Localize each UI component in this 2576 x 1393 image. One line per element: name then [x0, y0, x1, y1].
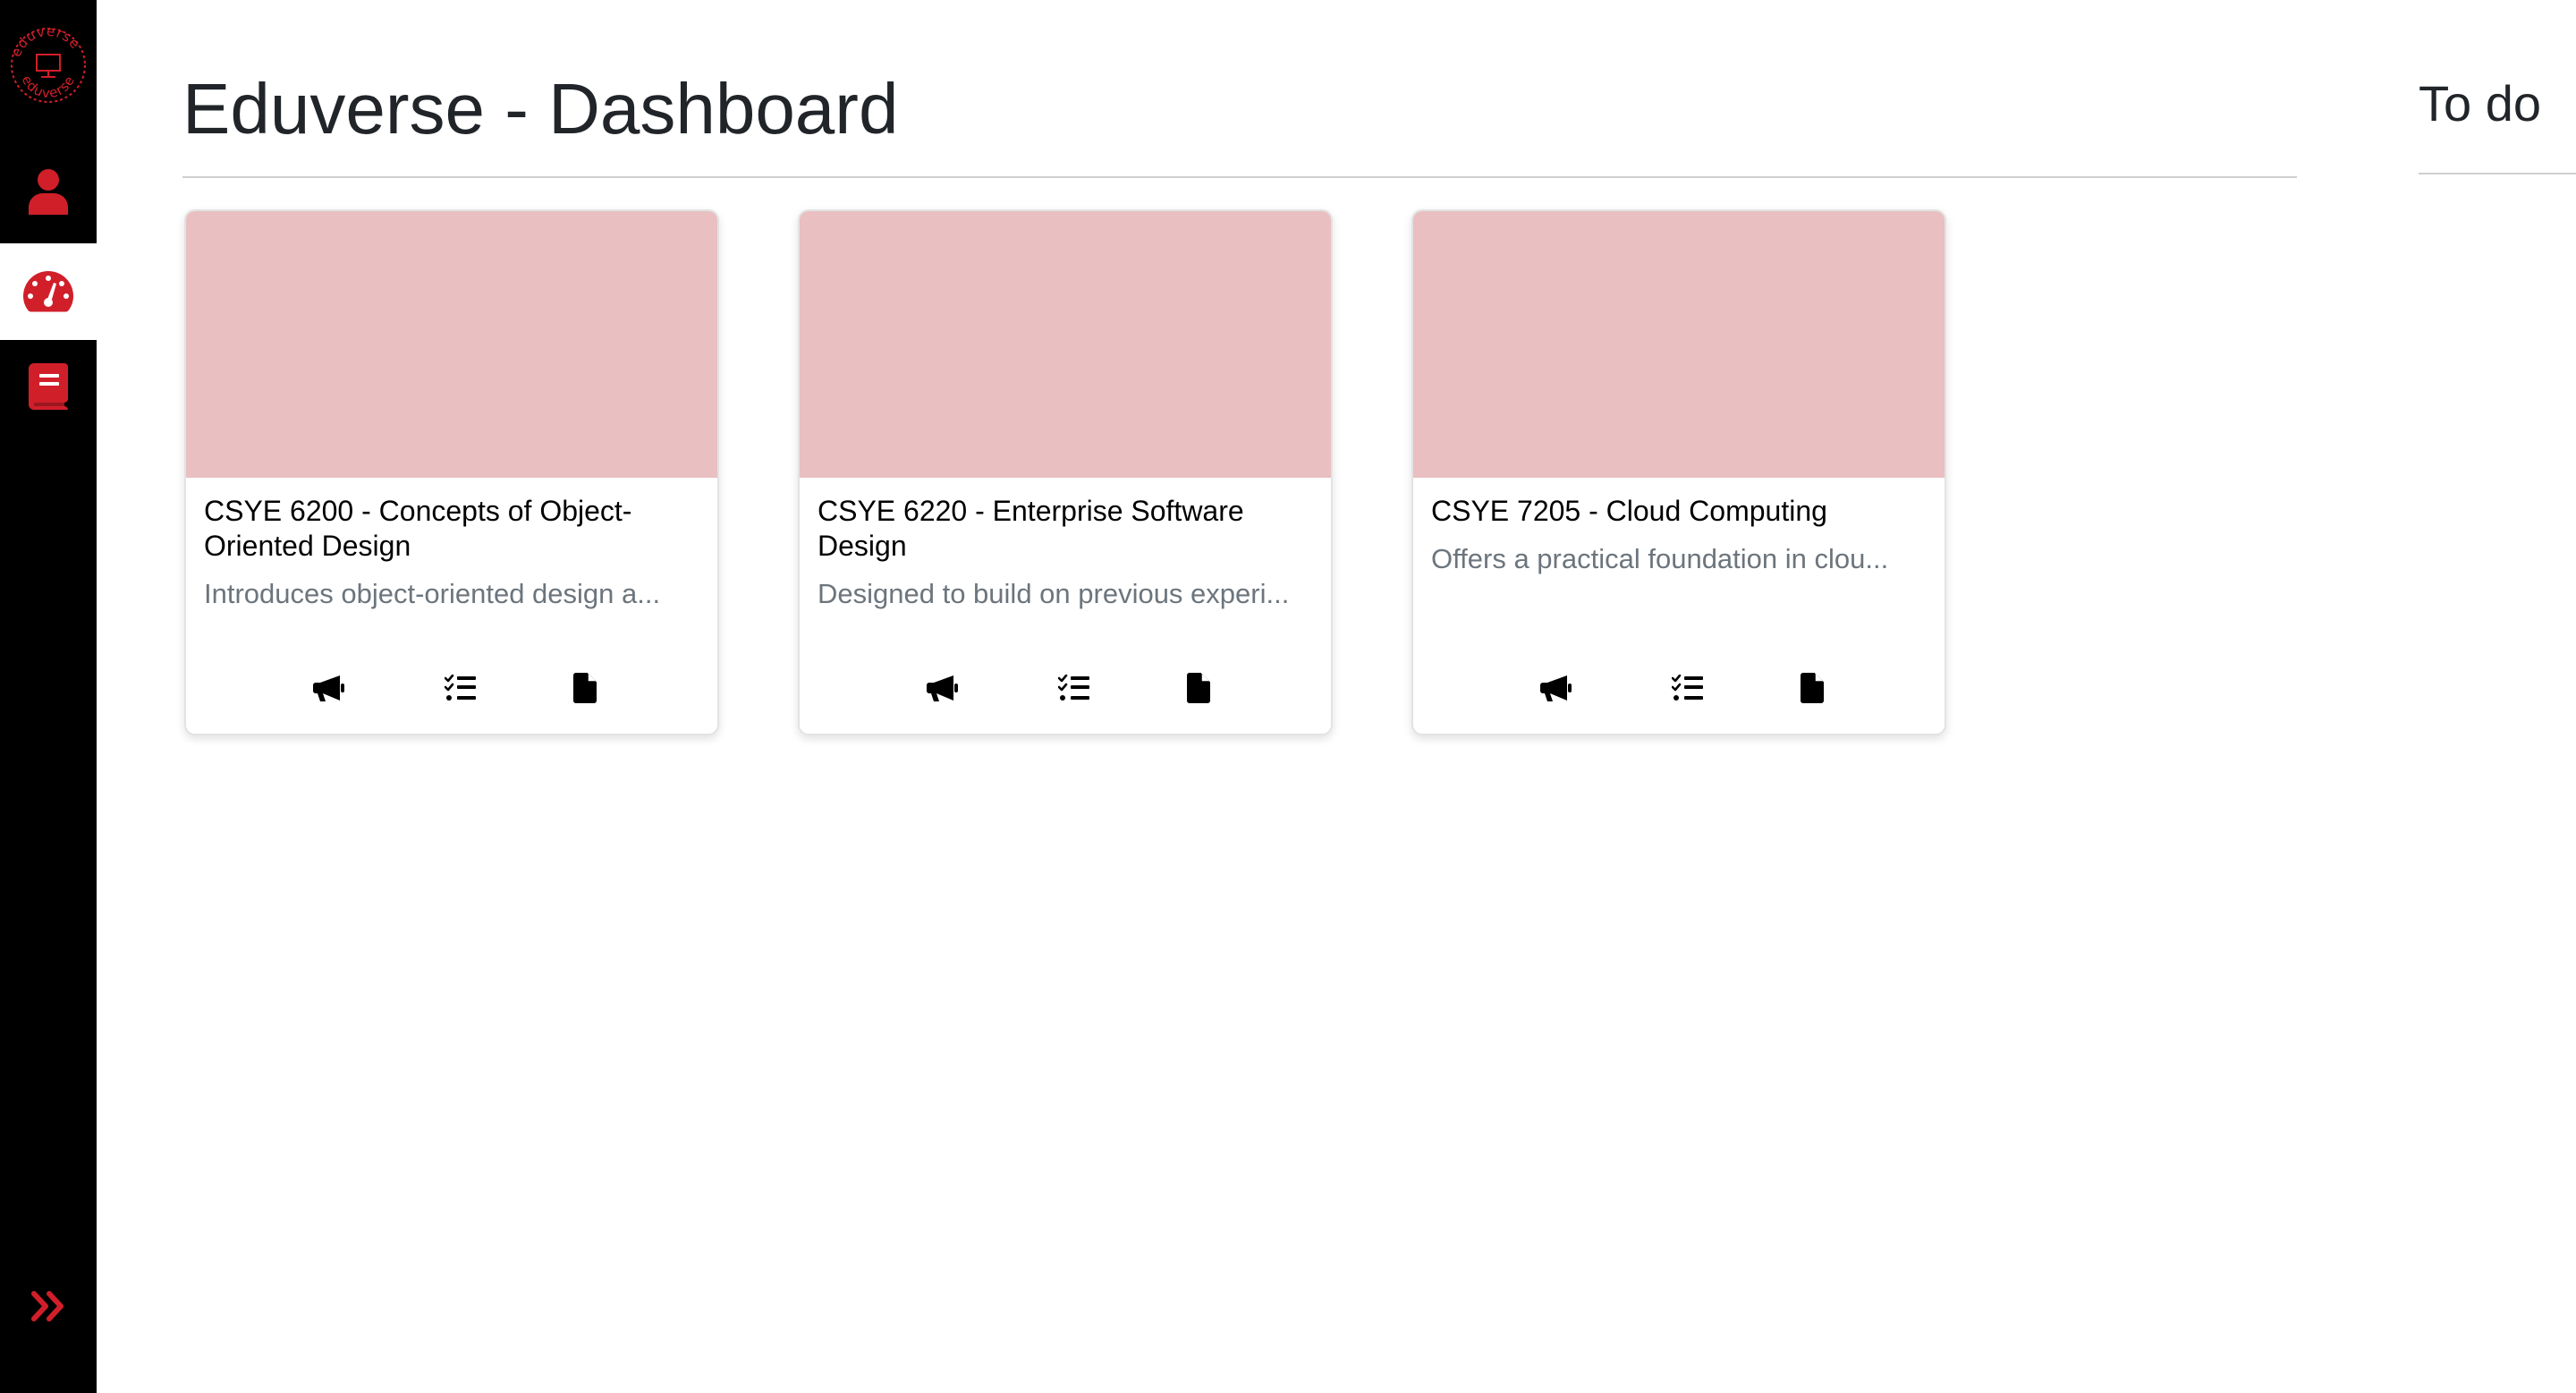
- files-button[interactable]: [563, 666, 607, 710]
- files-button[interactable]: [1790, 666, 1835, 710]
- course-actions: [186, 666, 717, 710]
- logo-seal-icon: eduverse eduverse: [8, 23, 86, 103]
- announcements-button[interactable]: [920, 666, 965, 710]
- checklist-icon: [1058, 675, 1089, 701]
- checklist-icon: [445, 675, 476, 701]
- files-button[interactable]: [1176, 666, 1221, 710]
- assignments-button[interactable]: [438, 666, 483, 710]
- chevrons-right-icon: [31, 1291, 64, 1321]
- course-actions: [1413, 666, 1945, 710]
- sidebar-item-courses[interactable]: [0, 338, 97, 435]
- course-actions: [800, 666, 1331, 710]
- file-icon: [1801, 673, 1824, 703]
- book-icon: [29, 363, 68, 410]
- sidebar-item-dashboard[interactable]: [0, 243, 97, 340]
- expand-sidebar-button[interactable]: [0, 1279, 97, 1333]
- checklist-icon: [1672, 675, 1703, 701]
- eduverse-logo[interactable]: eduverse eduverse: [8, 23, 89, 106]
- sidebar: eduverse eduverse: [0, 0, 97, 1393]
- todo-divider: [2419, 173, 2576, 174]
- todo-title: To do: [2419, 75, 2541, 132]
- assignments-button[interactable]: [1665, 666, 1710, 710]
- course-title[interactable]: CSYE 7205 - Cloud Computing: [1431, 494, 1927, 529]
- course-card-image: [800, 211, 1331, 478]
- course-title[interactable]: CSYE 6200 - Concepts of Object-Oriented …: [204, 494, 699, 564]
- megaphone-icon: [313, 675, 344, 701]
- course-card[interactable]: CSYE 6220 - Enterprise Software Design D…: [798, 209, 1333, 735]
- file-icon: [1187, 673, 1210, 703]
- megaphone-icon: [1540, 675, 1572, 701]
- course-card[interactable]: CSYE 7205 - Cloud Computing Offers a pra…: [1411, 209, 1946, 735]
- sidebar-item-account[interactable]: [0, 143, 97, 240]
- course-title[interactable]: CSYE 6220 - Enterprise Software Design: [818, 494, 1313, 564]
- megaphone-icon: [927, 675, 958, 701]
- course-card-body: CSYE 7205 - Cloud Computing Offers a pra…: [1413, 478, 1945, 734]
- course-description: Designed to build on previous experi...: [818, 578, 1290, 609]
- course-card-body: CSYE 6200 - Concepts of Object-Oriented …: [186, 478, 717, 734]
- course-card[interactable]: CSYE 6200 - Concepts of Object-Oriented …: [184, 209, 719, 735]
- course-description: Introduces object-oriented design a...: [204, 578, 661, 609]
- file-icon: [573, 673, 597, 703]
- course-card-image: [1413, 211, 1945, 478]
- assignments-button[interactable]: [1052, 666, 1097, 710]
- course-card-image: [186, 211, 717, 478]
- course-description: Offers a practical foundation in clou...: [1431, 543, 1889, 574]
- announcements-button[interactable]: [1534, 666, 1579, 710]
- page-title: Eduverse - Dashboard: [182, 69, 899, 149]
- course-card-body: CSYE 6220 - Enterprise Software Design D…: [800, 478, 1331, 734]
- title-divider: [182, 176, 2297, 178]
- user-icon: [29, 169, 68, 215]
- announcements-button[interactable]: [307, 666, 352, 710]
- gauge-icon: [23, 271, 73, 312]
